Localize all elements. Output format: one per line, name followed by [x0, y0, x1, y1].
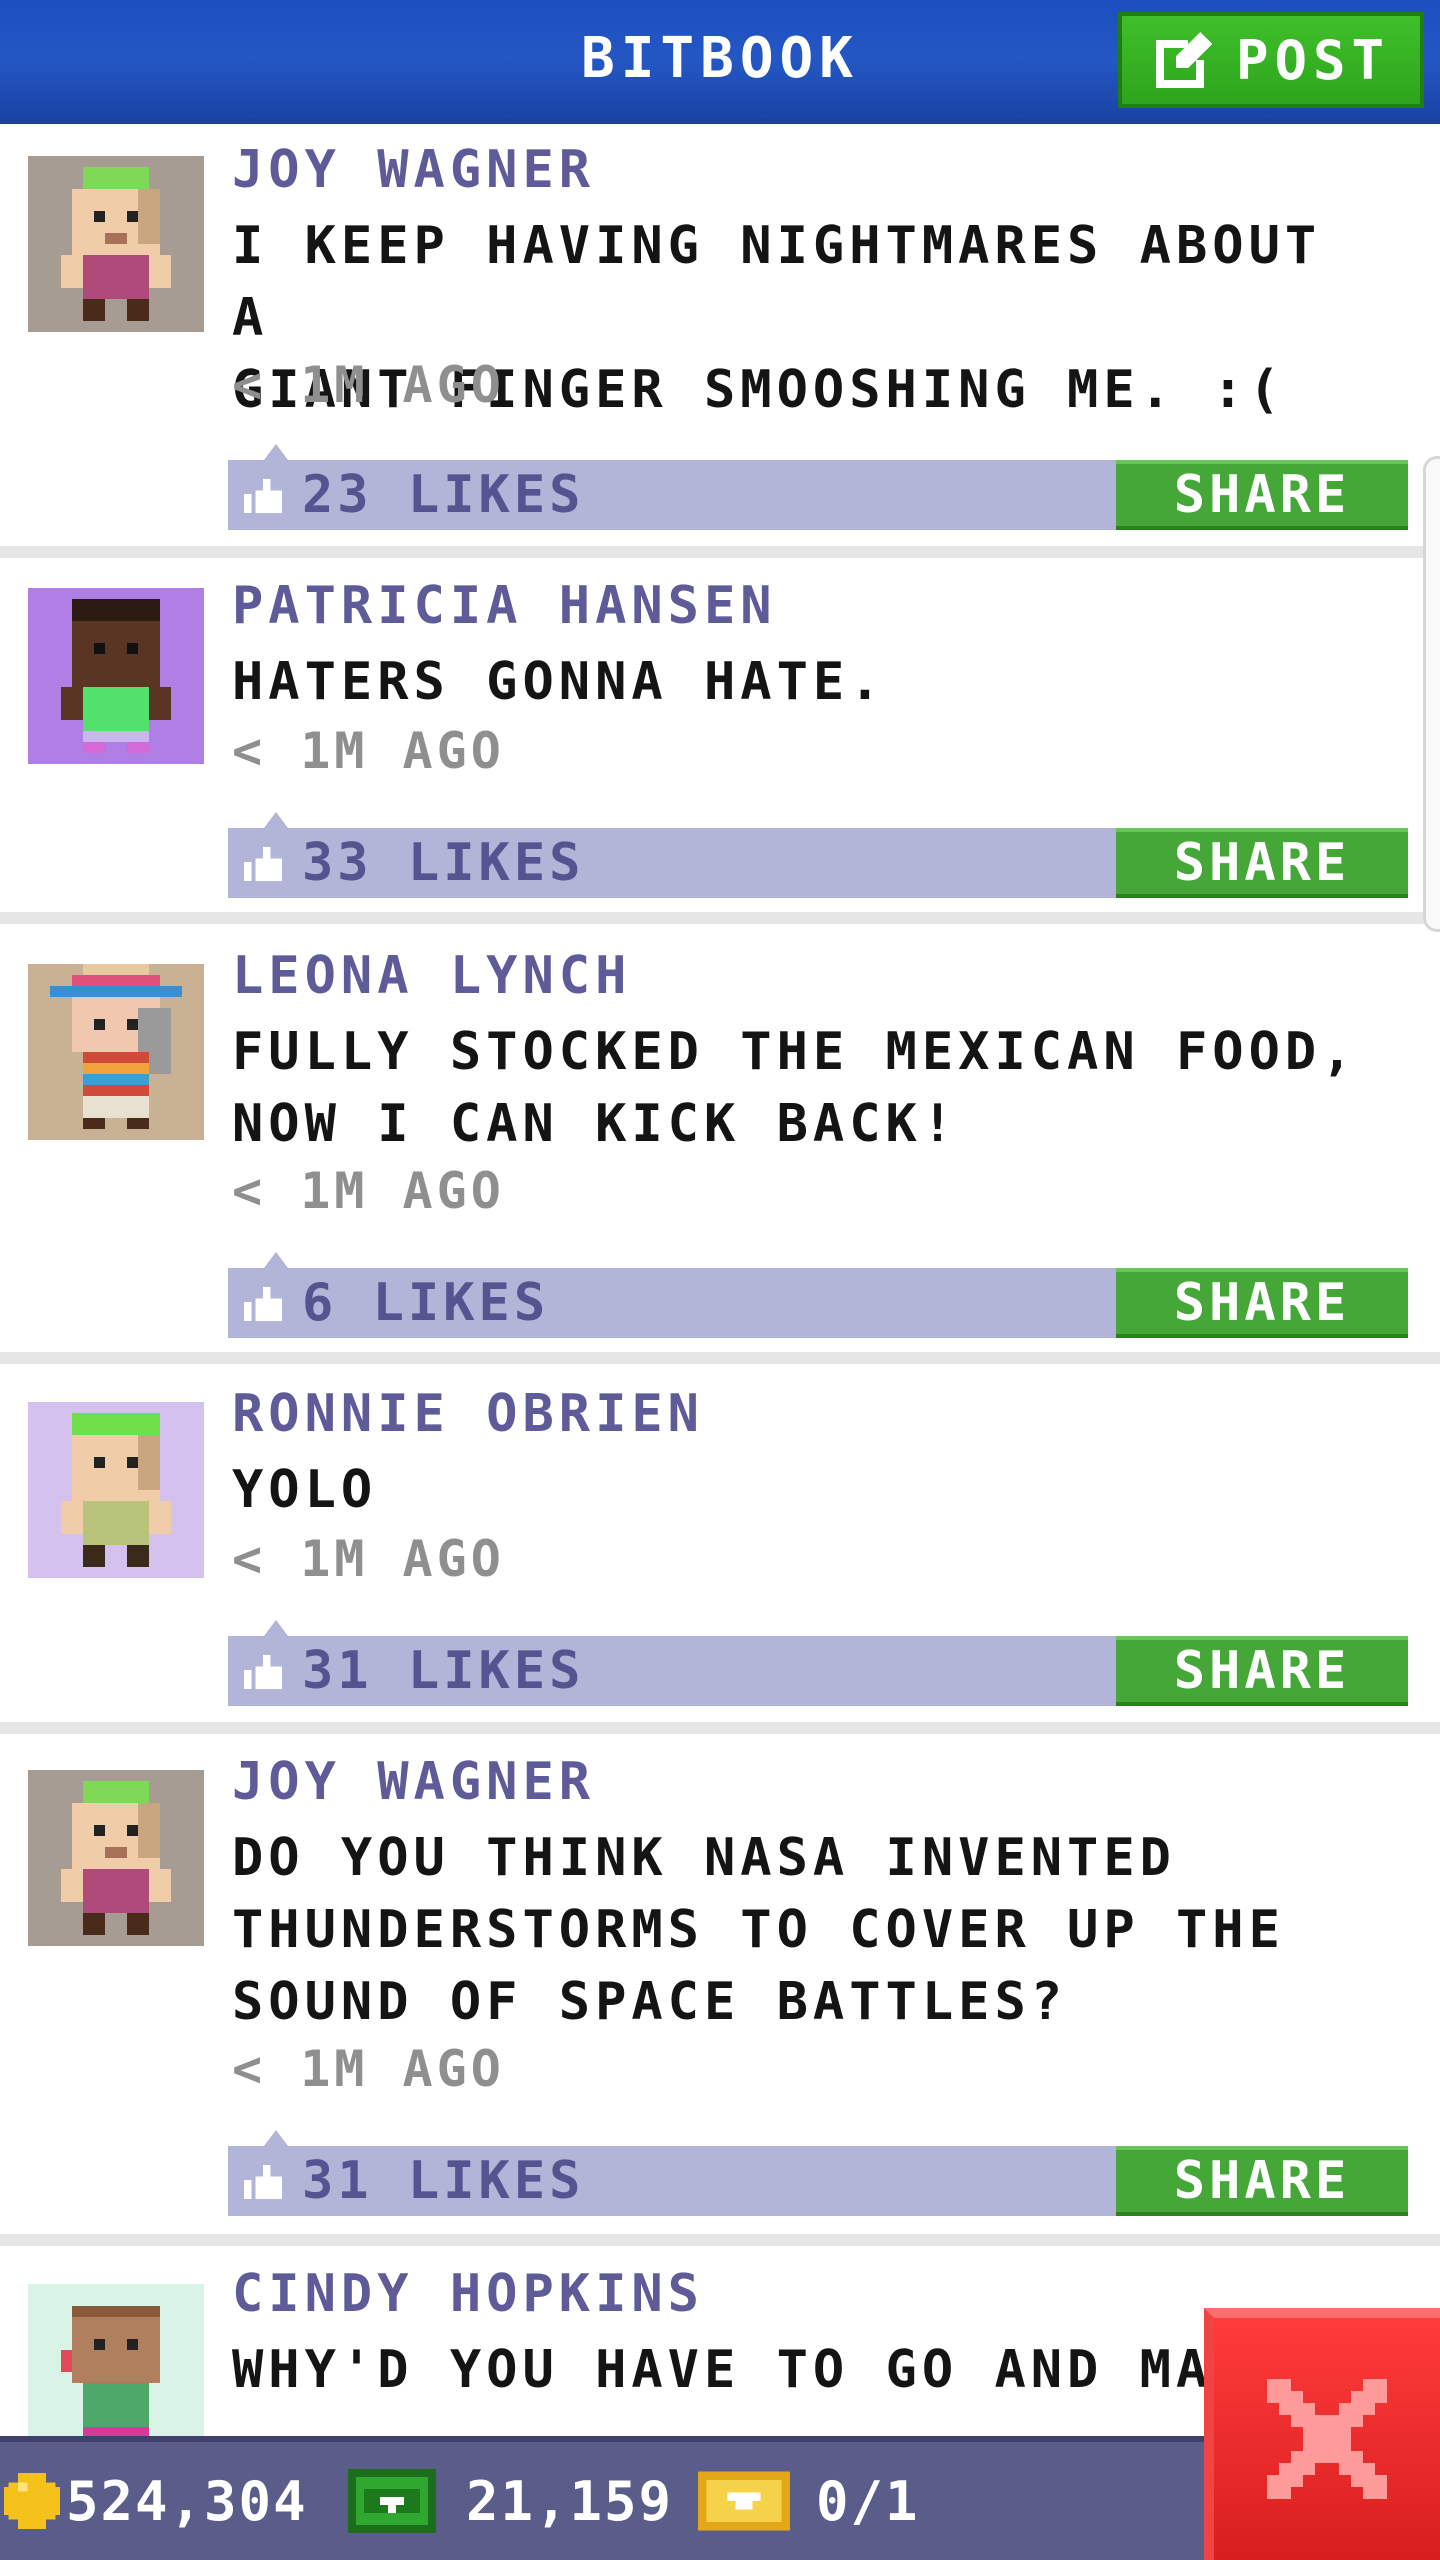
avatar[interactable] — [28, 964, 204, 1140]
share-button[interactable]: SHARE — [1116, 460, 1408, 530]
like-icon[interactable] — [244, 846, 282, 882]
avatar[interactable] — [28, 1402, 204, 1578]
like-count: 23 LIKES — [302, 465, 585, 525]
feed-post: PATRICIA HANSEN HATERS GONNA HATE. < 1M … — [0, 558, 1440, 924]
feed-list[interactable]: JOY WAGNER I KEEP HAVING NIGHTMARES ABOU… — [0, 124, 1440, 2436]
post-timestamp: < 1M AGO — [232, 1530, 505, 1588]
post-author[interactable]: CINDY HOPKINS — [232, 2264, 704, 2324]
feed-post: RONNIE OBRIEN YOLO < 1M AGO 31 LIKES SHA… — [0, 1364, 1440, 1734]
coin-icon — [4, 2473, 60, 2529]
share-button[interactable]: SHARE — [1116, 828, 1408, 898]
post-text: HATERS GONNA HATE. — [232, 652, 886, 712]
share-button[interactable]: SHARE — [1116, 1636, 1408, 1706]
tickets-display: 0/1 — [698, 2442, 920, 2560]
cash-icon — [348, 2469, 436, 2533]
post-text: FULLY STOCKED THE MEXICAN FOOD, NOW I CA… — [232, 1022, 1358, 1154]
post-timestamp: < 1M AGO — [232, 1162, 505, 1220]
post-button-label: POST — [1235, 28, 1391, 92]
like-count: 31 LIKES — [302, 2151, 585, 2211]
share-button[interactable]: SHARE — [1116, 2146, 1408, 2216]
post-button[interactable]: POST — [1118, 12, 1424, 108]
edit-icon — [1155, 32, 1212, 88]
avatar[interactable] — [28, 2284, 204, 2436]
post-author[interactable]: JOY WAGNER — [232, 1752, 595, 1812]
coins-display: 524,304 — [4, 2442, 308, 2560]
post-author[interactable]: RONNIE OBRIEN — [232, 1384, 704, 1444]
post-timestamp: < 1M AGO — [232, 356, 505, 414]
like-icon[interactable] — [244, 1654, 282, 1690]
bux-display: 21,159 — [348, 2442, 673, 2560]
app-header: BITBOOK POST — [0, 0, 1440, 124]
scrollbar[interactable] — [1423, 456, 1440, 932]
avatar[interactable] — [28, 1770, 204, 1946]
post-text: YOLO — [232, 1460, 378, 1520]
post-timestamp: < 1M AGO — [232, 2040, 505, 2098]
share-button[interactable]: SHARE — [1116, 1268, 1408, 1338]
post-text: DO YOU THINK NASA INVENTED THUNDERSTORMS… — [232, 1828, 1285, 2032]
like-icon[interactable] — [244, 1286, 282, 1322]
post-timestamp: < 1M AGO — [232, 722, 505, 780]
like-count: 33 LIKES — [302, 833, 585, 893]
feed-post: JOY WAGNER I KEEP HAVING NIGHTMARES ABOU… — [0, 124, 1440, 558]
close-icon — [1267, 2379, 1387, 2499]
like-bar: 31 LIKES SHARE — [228, 1620, 1408, 1706]
like-bar: 6 LIKES SHARE — [228, 1252, 1408, 1338]
ticket-icon — [698, 2471, 790, 2531]
post-author[interactable]: JOY WAGNER — [232, 140, 595, 200]
like-bar: 23 LIKES SHARE — [228, 444, 1408, 530]
tickets-count: 0/1 — [816, 2469, 920, 2533]
coins-count: 524,304 — [66, 2469, 308, 2533]
like-count: 6 LIKES — [302, 1273, 550, 1333]
like-bar: 31 LIKES SHARE — [228, 2130, 1408, 2216]
avatar[interactable] — [28, 156, 204, 332]
close-button[interactable] — [1204, 2308, 1440, 2560]
like-count: 31 LIKES — [302, 1641, 585, 1701]
feed-post: JOY WAGNER DO YOU THINK NASA INVENTED TH… — [0, 1734, 1440, 2246]
like-icon[interactable] — [244, 2164, 282, 2200]
like-icon[interactable] — [244, 478, 282, 514]
like-bar: 33 LIKES SHARE — [228, 812, 1408, 898]
post-author[interactable]: LEONA LYNCH — [232, 946, 631, 1006]
post-author[interactable]: PATRICIA HANSEN — [232, 576, 777, 636]
avatar[interactable] — [28, 588, 204, 764]
bux-count: 21,159 — [466, 2469, 674, 2533]
feed-post: LEONA LYNCH FULLY STOCKED THE MEXICAN FO… — [0, 924, 1440, 1364]
